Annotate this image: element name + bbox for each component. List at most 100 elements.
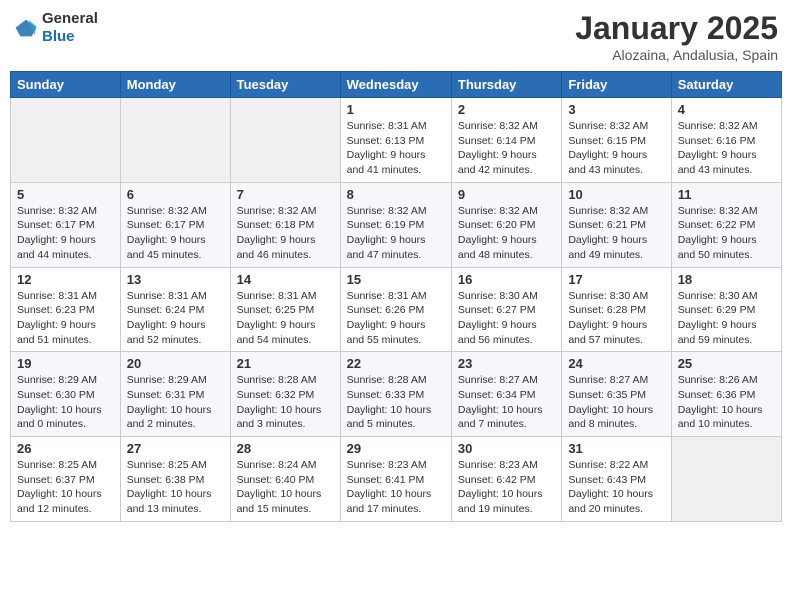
day-content: Sunrise: 8:23 AM Sunset: 6:42 PM Dayligh…	[458, 458, 555, 517]
day-content: Sunrise: 8:31 AM Sunset: 6:23 PM Dayligh…	[17, 289, 114, 348]
calendar-cell: 3 Sunrise: 8:32 AM Sunset: 6:15 PM Daylig…	[562, 98, 671, 183]
weekday-header-saturday: Saturday	[671, 72, 781, 98]
calendar-cell: 21Sunrise: 8:28 AM Sunset: 6:32 PM Dayli…	[230, 352, 340, 437]
day-content: Sunrise: 8:32 AM Sunset: 6:15 PM Dayligh…	[568, 119, 664, 178]
day-number: 19	[17, 356, 114, 371]
calendar-cell: 10 Sunrise: 8:32 AM Sunset: 6:21 PM Dayli…	[562, 182, 671, 267]
weekday-header-tuesday: Tuesday	[230, 72, 340, 98]
calendar-cell: 22 Sunrise: 8:28 AM Sunset: 6:33 PM Dayli…	[340, 352, 451, 437]
calendar-cell	[11, 98, 121, 183]
calendar-cell: 16 Sunrise: 8:30 AM Sunset: 6:27 PM Dayli…	[451, 267, 561, 352]
weekday-header-sunday: Sunday	[11, 72, 121, 98]
calendar-cell: 14Sunrise: 8:31 AM Sunset: 6:25 PM Dayli…	[230, 267, 340, 352]
calendar-cell: 2 Sunrise: 8:32 AM Sunset: 6:14 PM Daylig…	[451, 98, 561, 183]
calendar-table: SundayMondayTuesdayWednesdayThursdayFrid…	[10, 71, 782, 522]
day-number: 10	[568, 187, 664, 202]
calendar-cell: 8 Sunrise: 8:32 AM Sunset: 6:19 PM Daylig…	[340, 182, 451, 267]
day-content: Sunrise: 8:29 AM Sunset: 6:31 PM Dayligh…	[127, 373, 224, 432]
day-content: Sunrise: 8:30 AM Sunset: 6:28 PM Dayligh…	[568, 289, 664, 348]
day-number: 4	[678, 102, 775, 117]
day-number: 13	[127, 272, 224, 287]
month-title: January 2025	[575, 10, 778, 47]
calendar-cell: 4 Sunrise: 8:32 AM Sunset: 6:16 PM Daylig…	[671, 98, 781, 183]
day-content: Sunrise: 8:32 AM Sunset: 6:21 PM Dayligh…	[568, 204, 664, 263]
day-content: Sunrise: 8:22 AM Sunset: 6:43 PM Dayligh…	[568, 458, 664, 517]
day-content: Sunrise: 8:27 AM Sunset: 6:34 PM Dayligh…	[458, 373, 555, 432]
calendar-cell: 5Sunrise: 8:32 AM Sunset: 6:17 PM Daylig…	[11, 182, 121, 267]
day-content: Sunrise: 8:31 AM Sunset: 6:24 PM Dayligh…	[127, 289, 224, 348]
day-number: 24	[568, 356, 664, 371]
day-number: 16	[458, 272, 555, 287]
calendar-cell: 25 Sunrise: 8:26 AM Sunset: 6:36 PM Dayli…	[671, 352, 781, 437]
day-number: 8	[347, 187, 445, 202]
day-number: 23	[458, 356, 555, 371]
day-number: 31	[568, 441, 664, 456]
calendar-cell	[230, 98, 340, 183]
day-number: 22	[347, 356, 445, 371]
day-content: Sunrise: 8:23 AM Sunset: 6:41 PM Dayligh…	[347, 458, 445, 517]
calendar-cell: 11 Sunrise: 8:32 AM Sunset: 6:22 PM Dayli…	[671, 182, 781, 267]
day-content: Sunrise: 8:30 AM Sunset: 6:27 PM Dayligh…	[458, 289, 555, 348]
day-number: 1	[347, 102, 445, 117]
day-content: Sunrise: 8:30 AM Sunset: 6:29 PM Dayligh…	[678, 289, 775, 348]
logo-general: General	[42, 10, 98, 27]
calendar-cell: 29 Sunrise: 8:23 AM Sunset: 6:41 PM Dayli…	[340, 437, 451, 522]
day-number: 18	[678, 272, 775, 287]
day-content: Sunrise: 8:25 AM Sunset: 6:38 PM Dayligh…	[127, 458, 224, 517]
day-content: Sunrise: 8:24 AM Sunset: 6:40 PM Dayligh…	[237, 458, 334, 517]
day-content: Sunrise: 8:26 AM Sunset: 6:36 PM Dayligh…	[678, 373, 775, 432]
weekday-header-wednesday: Wednesday	[340, 72, 451, 98]
day-content: Sunrise: 8:32 AM Sunset: 6:14 PM Dayligh…	[458, 119, 555, 178]
calendar-cell: 28 Sunrise: 8:24 AM Sunset: 6:40 PM Dayli…	[230, 437, 340, 522]
day-content: Sunrise: 8:25 AM Sunset: 6:37 PM Dayligh…	[17, 458, 114, 517]
calendar-cell: 7 Sunrise: 8:32 AM Sunset: 6:18 PM Daylig…	[230, 182, 340, 267]
calendar-cell: 12 Sunrise: 8:31 AM Sunset: 6:23 PM Dayli…	[11, 267, 121, 352]
day-content: Sunrise: 8:32 AM Sunset: 6:22 PM Dayligh…	[678, 204, 775, 263]
day-number: 11	[678, 187, 775, 202]
day-content: Sunrise: 8:32 AM Sunset: 6:18 PM Dayligh…	[237, 204, 334, 263]
day-number: 3	[568, 102, 664, 117]
day-content: Sunrise: 8:32 AM Sunset: 6:17 PM Dayligh…	[127, 204, 224, 263]
day-number: 17	[568, 272, 664, 287]
calendar-cell: 30Sunrise: 8:23 AM Sunset: 6:42 PM Dayli…	[451, 437, 561, 522]
calendar-cell: 24 Sunrise: 8:27 AM Sunset: 6:35 PM Dayli…	[562, 352, 671, 437]
calendar-cell: 18 Sunrise: 8:30 AM Sunset: 6:29 PM Dayli…	[671, 267, 781, 352]
day-content: Sunrise: 8:32 AM Sunset: 6:16 PM Dayligh…	[678, 119, 775, 178]
week-row-1: 1 Sunrise: 8:31 AM Sunset: 6:13 PM Daylig…	[11, 98, 782, 183]
week-row-3: 12 Sunrise: 8:31 AM Sunset: 6:23 PM Dayli…	[11, 267, 782, 352]
day-number: 29	[347, 441, 445, 456]
calendar-cell: 26Sunrise: 8:25 AM Sunset: 6:37 PM Dayli…	[11, 437, 121, 522]
calendar-cell	[671, 437, 781, 522]
weekday-header-friday: Friday	[562, 72, 671, 98]
day-content: Sunrise: 8:28 AM Sunset: 6:33 PM Dayligh…	[347, 373, 445, 432]
calendar-cell: 1 Sunrise: 8:31 AM Sunset: 6:13 PM Daylig…	[340, 98, 451, 183]
weekday-header-thursday: Thursday	[451, 72, 561, 98]
logo-blue: Blue	[42, 28, 75, 45]
day-number: 28	[237, 441, 334, 456]
calendar-cell: 27 Sunrise: 8:25 AM Sunset: 6:38 PM Dayli…	[120, 437, 230, 522]
day-number: 2	[458, 102, 555, 117]
calendar-cell: 31 Sunrise: 8:22 AM Sunset: 6:43 PM Dayli…	[562, 437, 671, 522]
week-row-5: 26Sunrise: 8:25 AM Sunset: 6:37 PM Dayli…	[11, 437, 782, 522]
day-content: Sunrise: 8:29 AM Sunset: 6:30 PM Dayligh…	[17, 373, 114, 432]
weekday-header-row: SundayMondayTuesdayWednesdayThursdayFrid…	[11, 72, 782, 98]
day-content: Sunrise: 8:32 AM Sunset: 6:19 PM Dayligh…	[347, 204, 445, 263]
week-row-2: 5Sunrise: 8:32 AM Sunset: 6:17 PM Daylig…	[11, 182, 782, 267]
calendar-cell: 9Sunrise: 8:32 AM Sunset: 6:20 PM Daylig…	[451, 182, 561, 267]
day-content: Sunrise: 8:31 AM Sunset: 6:26 PM Dayligh…	[347, 289, 445, 348]
calendar-cell: 19 Sunrise: 8:29 AM Sunset: 6:30 PM Dayli…	[11, 352, 121, 437]
calendar-cell: 20 Sunrise: 8:29 AM Sunset: 6:31 PM Dayli…	[120, 352, 230, 437]
location-title: Alozaina, Andalusia, Spain	[575, 47, 778, 63]
day-number: 20	[127, 356, 224, 371]
day-content: Sunrise: 8:31 AM Sunset: 6:13 PM Dayligh…	[347, 119, 445, 178]
day-number: 7	[237, 187, 334, 202]
day-number: 27	[127, 441, 224, 456]
header: General Blue January 2025 Alozaina, Anda…	[10, 10, 782, 63]
calendar-cell: 23 Sunrise: 8:27 AM Sunset: 6:34 PM Dayli…	[451, 352, 561, 437]
title-area: January 2025 Alozaina, Andalusia, Spain	[575, 10, 778, 63]
day-number: 9	[458, 187, 555, 202]
day-content: Sunrise: 8:32 AM Sunset: 6:17 PM Dayligh…	[17, 204, 114, 263]
day-number: 12	[17, 272, 114, 287]
day-content: Sunrise: 8:27 AM Sunset: 6:35 PM Dayligh…	[568, 373, 664, 432]
day-number: 25	[678, 356, 775, 371]
